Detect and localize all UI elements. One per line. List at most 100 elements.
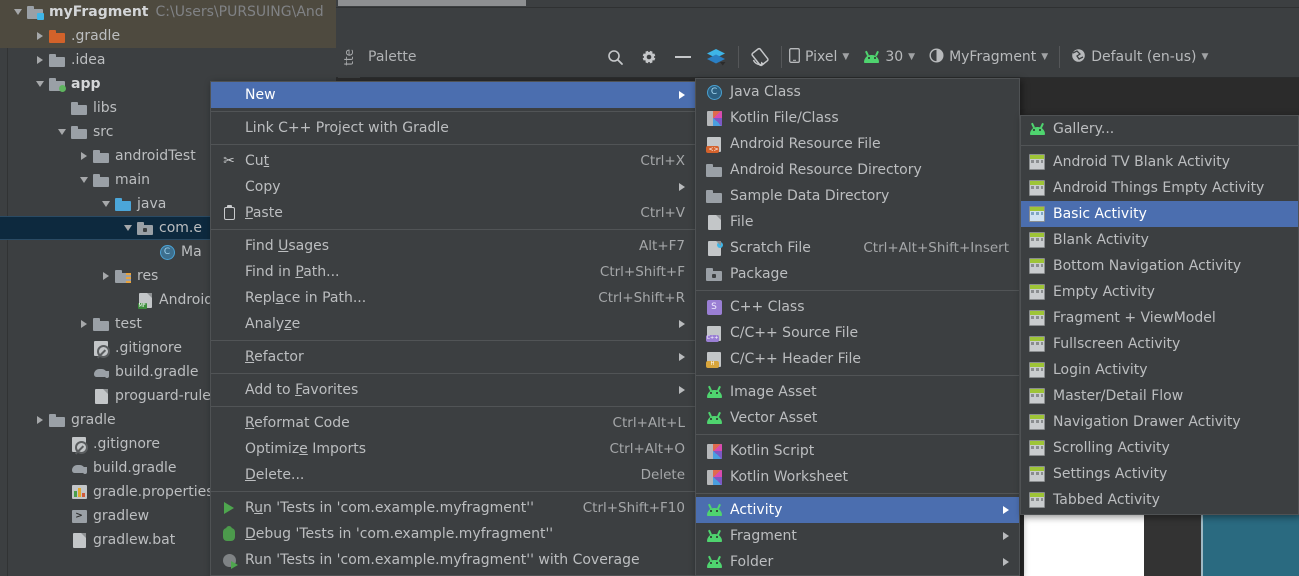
new-item-activity[interactable]: Activity bbox=[696, 497, 1019, 523]
activity-item-empty-activity[interactable]: Empty Activity bbox=[1021, 279, 1298, 305]
palette-vertical-tab[interactable]: tte bbox=[338, 36, 360, 78]
menu-item-link-c++-project-with-gradle[interactable]: Link C++ Project with Gradle bbox=[211, 115, 695, 141]
menu-item-refactor[interactable]: Refactor bbox=[211, 344, 695, 370]
new-submenu[interactable]: C Java Class Kotlin File/Class Android Reso… bbox=[695, 78, 1020, 576]
device-selector[interactable]: Pixel ▼ bbox=[782, 36, 856, 78]
new-item-kotlin-file-class[interactable]: Kotlin File/Class bbox=[696, 105, 1019, 131]
menu-item-new[interactable]: New bbox=[211, 82, 695, 108]
menu-item-run-tests-in-com-example-myfragment-with-coverage[interactable]: Run 'Tests in 'com.example.myfragment'' … bbox=[211, 547, 695, 573]
menu-item-cut[interactable]: ✂ Cut Ctrl+X bbox=[211, 148, 695, 174]
activity-item-basic-activity[interactable]: Basic Activity bbox=[1021, 201, 1298, 227]
new-item-package[interactable]: Package bbox=[696, 261, 1019, 287]
activity-item-blank-activity[interactable]: Blank Activity bbox=[1021, 227, 1298, 253]
activity-item-navigation-drawer-activity[interactable]: Navigation Drawer Activity bbox=[1021, 409, 1298, 435]
new-item-c-c++-source-file[interactable]: C/C++ Source File bbox=[696, 320, 1019, 346]
menu-item-icon bbox=[1027, 466, 1047, 482]
new-item-c++-class[interactable]: S C++ Class bbox=[696, 294, 1019, 320]
tree-row-myfragment[interactable]: myFragment C:\Users\PURSUING\And bbox=[0, 0, 336, 24]
menu-item-label: Bottom Navigation Activity bbox=[1053, 258, 1242, 274]
menu-item-icon bbox=[1027, 336, 1047, 352]
activity-item-login-activity[interactable]: Login Activity bbox=[1021, 357, 1298, 383]
menu-item-optimize-imports[interactable]: Optimize Imports Ctrl+Alt+O bbox=[211, 436, 695, 462]
twisty-collapsed-icon[interactable] bbox=[32, 416, 48, 424]
twisty-collapsed-icon[interactable] bbox=[76, 320, 92, 328]
twisty-collapsed-icon[interactable] bbox=[32, 56, 48, 64]
menu-item-icon bbox=[704, 267, 724, 281]
rotate-device-icon[interactable] bbox=[743, 40, 777, 74]
tree-row--gradle[interactable]: .gradle bbox=[0, 24, 336, 48]
new-item-image-asset[interactable]: Image Asset bbox=[696, 379, 1019, 405]
menu-item-copy[interactable]: Copy bbox=[211, 174, 695, 200]
new-item-folder[interactable]: Folder bbox=[696, 549, 1019, 575]
menu-item-paste[interactable]: Paste Ctrl+V bbox=[211, 200, 695, 226]
new-item-fragment[interactable]: Fragment bbox=[696, 523, 1019, 549]
new-item-java-class[interactable]: C Java Class bbox=[696, 79, 1019, 105]
tree-row-label: app bbox=[71, 76, 101, 92]
layers-icon[interactable] bbox=[700, 40, 734, 74]
new-item-kotlin-worksheet[interactable]: Kotlin Worksheet bbox=[696, 464, 1019, 490]
menu-item-add-to-favorites[interactable]: Add to Favorites bbox=[211, 377, 695, 403]
twisty-expanded-icon[interactable] bbox=[10, 9, 26, 15]
menu-item-icon bbox=[1027, 492, 1047, 508]
menu-item-icon bbox=[1027, 180, 1047, 196]
minimize-icon[interactable] bbox=[666, 40, 700, 74]
menu-item-find-in-path[interactable]: Find in Path... Ctrl+Shift+F bbox=[211, 259, 695, 285]
new-item-android-resource-directory[interactable]: Android Resource Directory bbox=[696, 157, 1019, 183]
new-item-android-resource-file[interactable]: Android Resource File bbox=[696, 131, 1019, 157]
context-menu[interactable]: New Link C++ Project with Gradle ✂ Cut Ctrl+… bbox=[210, 81, 696, 576]
new-item-scratch-file[interactable]: Scratch File Ctrl+Alt+Shift+Insert bbox=[696, 235, 1019, 261]
activity-item-android-things-empty-activity[interactable]: Android Things Empty Activity bbox=[1021, 175, 1298, 201]
design-preview-dark-panel bbox=[1144, 514, 1201, 576]
twisty-collapsed-icon[interactable] bbox=[32, 32, 48, 40]
twisty-expanded-icon[interactable] bbox=[120, 225, 136, 231]
horizontal-scrollbar-thumb[interactable] bbox=[338, 0, 526, 6]
twisty-expanded-icon[interactable] bbox=[76, 177, 92, 183]
gear-icon[interactable] bbox=[632, 40, 666, 74]
new-item-c-c++-header-file[interactable]: C/C++ Header File bbox=[696, 346, 1019, 372]
tree-row--idea[interactable]: .idea bbox=[0, 48, 336, 72]
device-icon bbox=[789, 47, 800, 67]
new-item-file[interactable]: File bbox=[696, 209, 1019, 235]
activity-item-bottom-navigation-activity[interactable]: Bottom Navigation Activity bbox=[1021, 253, 1298, 279]
locale-selector[interactable]: Default (en-us) ▼ bbox=[1064, 36, 1215, 78]
new-item-kotlin-script[interactable]: Kotlin Script bbox=[696, 438, 1019, 464]
menu-item-find-usages[interactable]: Find Usages Alt+F7 bbox=[211, 233, 695, 259]
twisty-collapsed-icon[interactable] bbox=[98, 272, 114, 280]
menu-item-label: Fragment + ViewModel bbox=[1053, 310, 1216, 326]
twisty-collapsed-icon[interactable] bbox=[76, 152, 92, 160]
activity-item-fullscreen-activity[interactable]: Fullscreen Activity bbox=[1021, 331, 1298, 357]
theme-selector[interactable]: MyFragment ▼ bbox=[922, 36, 1055, 78]
menu-item-debug-tests-in-com-example-myfragment[interactable]: Debug 'Tests in 'com.example.myfragment'… bbox=[211, 521, 695, 547]
activity-template-icon bbox=[1029, 414, 1045, 430]
twisty-expanded-icon[interactable] bbox=[98, 201, 114, 207]
menu-item-analyze[interactable]: Analyze bbox=[211, 311, 695, 337]
menu-item-replace-in-path[interactable]: Replace in Path... Ctrl+Shift+R bbox=[211, 285, 695, 311]
api-level-selector[interactable]: 30 ▼ bbox=[856, 36, 922, 78]
tree-row-label: .gradle bbox=[71, 28, 121, 44]
new-item-sample-data-directory[interactable]: Sample Data Directory bbox=[696, 183, 1019, 209]
new-item-vector-asset[interactable]: Vector Asset bbox=[696, 405, 1019, 431]
activity-item-scrolling-activity[interactable]: Scrolling Activity bbox=[1021, 435, 1298, 461]
chevron-down-icon: ▼ bbox=[908, 52, 916, 62]
menu-item-icon bbox=[219, 553, 239, 569]
menu-item-icon bbox=[704, 240, 724, 256]
activity-item-tabbed-activity[interactable]: Tabbed Activity bbox=[1021, 487, 1298, 513]
twisty-expanded-icon[interactable] bbox=[32, 81, 48, 87]
menu-item-delete[interactable]: Delete... Delete bbox=[211, 462, 695, 488]
activity-submenu[interactable]: Gallery... Android TV Blank Activity Andro… bbox=[1020, 115, 1299, 515]
submenu-arrow-icon bbox=[659, 316, 685, 332]
activity-item-android-tv-blank-activity[interactable]: Android TV Blank Activity bbox=[1021, 149, 1298, 175]
activity-item-gallery[interactable]: Gallery... bbox=[1021, 116, 1298, 142]
search-icon[interactable] bbox=[598, 40, 632, 74]
twisty-expanded-icon[interactable] bbox=[54, 129, 70, 135]
menu-item-icon bbox=[1027, 232, 1047, 248]
activity-item-master-detail-flow[interactable]: Master/Detail Flow bbox=[1021, 383, 1298, 409]
tree-row-icon bbox=[70, 436, 88, 454]
menu-item-run-tests-in-com-example-myfragment[interactable]: Run 'Tests in 'com.example.myfragment'' C… bbox=[211, 495, 695, 521]
activity-item-settings-activity[interactable]: Settings Activity bbox=[1021, 461, 1298, 487]
menu-item-label: Kotlin Worksheet bbox=[730, 469, 848, 485]
menu-item-reformat-code[interactable]: Reformat Code Ctrl+Alt+L bbox=[211, 410, 695, 436]
activity-item-fragment-+-viewmodel[interactable]: Fragment + ViewModel bbox=[1021, 305, 1298, 331]
activity-template-icon bbox=[1029, 466, 1045, 482]
activity-template-icon bbox=[1029, 440, 1045, 456]
